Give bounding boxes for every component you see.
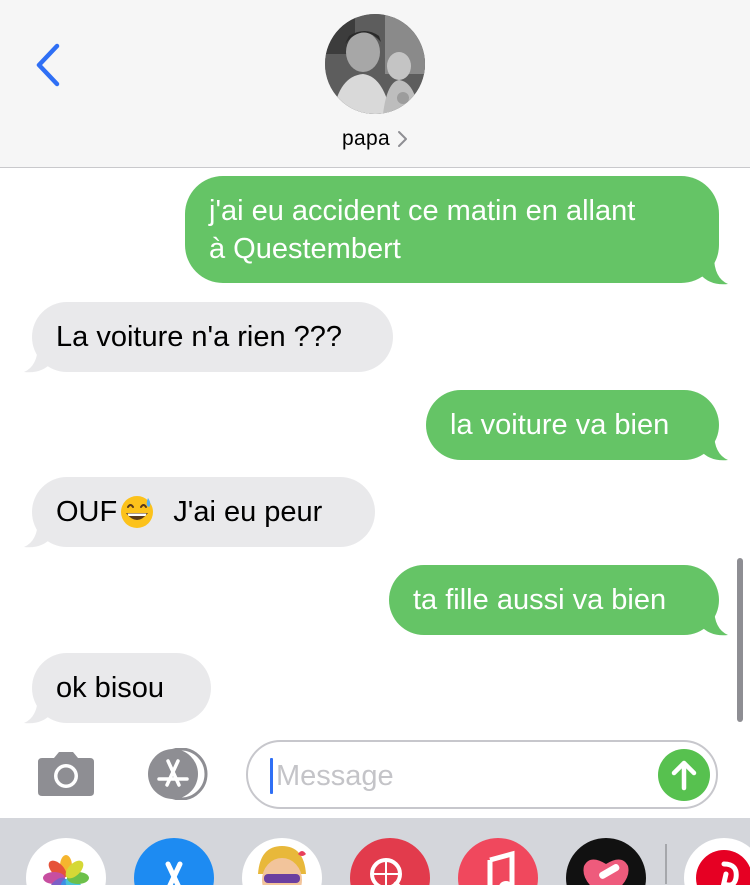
arrow-up-icon [671, 760, 697, 791]
message-text: OUF [56, 496, 118, 528]
messages-screen: papa j'ai eu accident ce matin en allant… [0, 0, 750, 885]
app-store-icon [148, 747, 208, 801]
chevron-left-icon [36, 43, 60, 87]
heart-app[interactable] [566, 838, 646, 885]
app-store-button[interactable] [141, 747, 213, 801]
message-text: La voiture n'a rien ??? [56, 321, 343, 353]
message-input[interactable]: Message [246, 740, 718, 809]
message-text: J'ai eu peur [165, 496, 323, 528]
app-store-icon [165, 861, 183, 885]
app-drawer [0, 818, 750, 885]
scrollbar[interactable] [737, 558, 743, 722]
text-caret [270, 758, 273, 794]
pinterest-icon [696, 850, 750, 885]
message-bubble-sent[interactable]: ta fille aussi va bien [389, 565, 719, 635]
message-text: ta fille aussi va bien [413, 584, 667, 616]
message-text: ok bisou [56, 672, 165, 704]
message-text: j'ai eu accident ce matin en allant [209, 194, 636, 227]
chevron-right-icon [397, 131, 407, 147]
message-text: à Questembert [209, 232, 401, 265]
memoji-app[interactable] [242, 838, 322, 885]
message-bubble-received[interactable]: ok bisou [32, 653, 211, 723]
photos-icon [43, 855, 89, 885]
heart-app-icon [583, 859, 629, 885]
pinterest-app[interactable] [684, 838, 750, 885]
message-bubble-sent[interactable]: la voiture va bien [426, 390, 719, 460]
avatar[interactable] [325, 14, 425, 114]
conversation-header: papa [0, 0, 750, 168]
avatar-photo [325, 14, 425, 114]
contact-name-button[interactable]: papa [0, 124, 750, 154]
drawer-divider [665, 844, 667, 884]
camera-icon [38, 752, 94, 796]
message-text: la voiture va bien [450, 409, 670, 441]
web-search-app[interactable] [350, 838, 430, 885]
camera-button[interactable] [34, 750, 98, 798]
search-web-icon [370, 858, 402, 885]
grinning-sweat-emoji [121, 496, 154, 528]
photos-app[interactable] [26, 838, 106, 885]
message-bubble-received[interactable]: OUF J'ai eu peur [32, 477, 375, 547]
send-button[interactable] [658, 749, 710, 801]
message-bubble-sent[interactable]: j'ai eu accident ce matin en allant à Qu… [185, 176, 719, 283]
back-button[interactable] [28, 40, 68, 90]
music-app[interactable] [458, 838, 538, 885]
message-bubble-received[interactable]: La voiture n'a rien ??? [32, 302, 393, 372]
message-placeholder: Message [276, 760, 394, 792]
contact-name: papa [342, 127, 390, 150]
music-icon [487, 850, 515, 885]
memoji-icon [258, 846, 306, 885]
app-store-app[interactable] [134, 838, 214, 885]
